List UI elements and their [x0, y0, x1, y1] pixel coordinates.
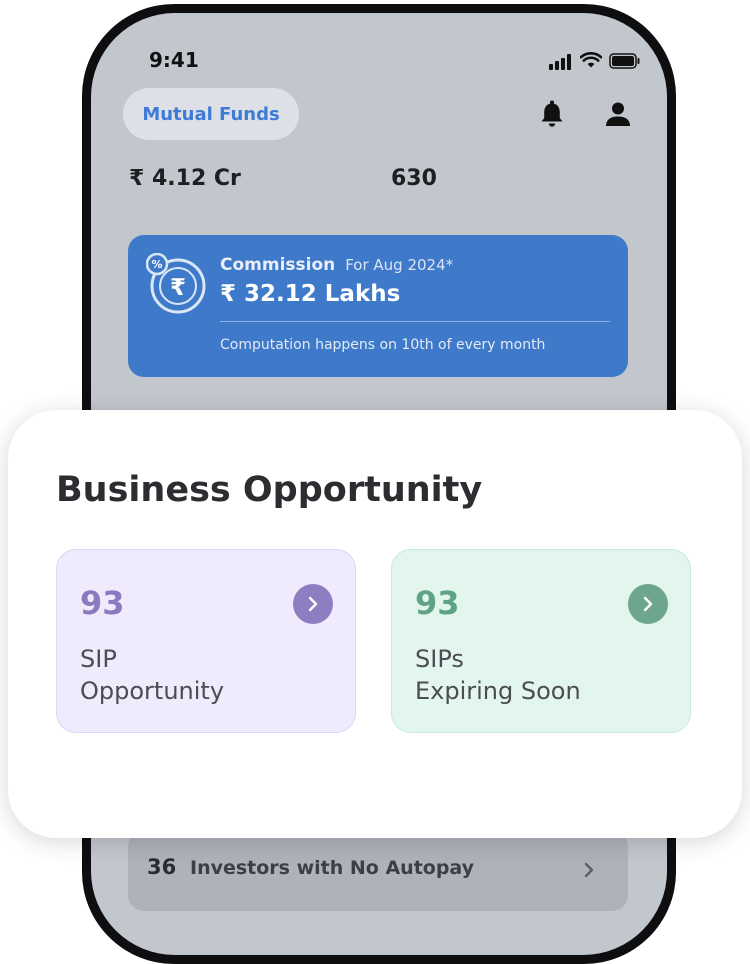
sip-opportunity-count: 93 [80, 584, 125, 622]
no-autopay-label: Investors with No Autopay [190, 857, 475, 879]
commission-title: Commission For Aug 2024* [220, 255, 453, 275]
sips-expiring-label: SIPs Expiring Soon [415, 643, 581, 707]
sip-opportunity-label-line1: SIP [80, 645, 117, 673]
aum-value: ₹ 4.12 Cr [129, 166, 241, 191]
sips-expiring-label-line1: SIPs [415, 645, 464, 673]
sip-opportunity-tile[interactable]: 93 SIP Opportunity [56, 549, 356, 733]
sips-expiring-tile[interactable]: 93 SIPs Expiring Soon [391, 549, 691, 733]
business-opportunity-title: Business Opportunity [56, 470, 483, 510]
bell-icon[interactable] [537, 99, 567, 129]
svg-text:₹: ₹ [170, 275, 186, 301]
sips-expiring-arrow-button[interactable] [628, 584, 668, 624]
chevron-right-icon [308, 596, 318, 612]
battery-icon [609, 53, 640, 69]
commission-value: ₹ 32.12 Lakhs [220, 281, 401, 307]
wifi-icon [580, 52, 602, 68]
rupee-percent-icon: ₹ % [146, 253, 206, 314]
no-autopay-count: 36 [147, 855, 177, 879]
investor-count: 630 [391, 166, 437, 191]
no-autopay-row[interactable]: 36 Investors with No Autopay [128, 831, 628, 911]
svg-text:%: % [151, 258, 162, 271]
signal-icon [549, 54, 571, 70]
sip-opportunity-arrow-button[interactable] [293, 584, 333, 624]
chevron-right-icon [584, 862, 594, 878]
commission-label: Commission [220, 255, 336, 275]
sips-expiring-count: 93 [415, 584, 460, 622]
commission-card[interactable]: ₹ % Commission For Aug 2024* ₹ 32.12 Lak… [128, 235, 628, 377]
status-time: 9:41 [149, 48, 199, 72]
commission-note: Computation happens on 10th of every mon… [220, 337, 546, 353]
user-icon[interactable] [603, 99, 633, 129]
commission-period: For Aug 2024* [345, 256, 454, 274]
sip-opportunity-label-line2: Opportunity [80, 677, 225, 705]
business-opportunity-card: Business Opportunity 93 SIP Opportunity … [8, 410, 742, 838]
commission-divider [220, 321, 610, 322]
mutual-funds-chip[interactable]: Mutual Funds [123, 88, 299, 140]
chevron-right-icon [643, 596, 653, 612]
sip-opportunity-label: SIP Opportunity [80, 643, 224, 707]
sips-expiring-label-line2: Expiring Soon [415, 677, 581, 705]
